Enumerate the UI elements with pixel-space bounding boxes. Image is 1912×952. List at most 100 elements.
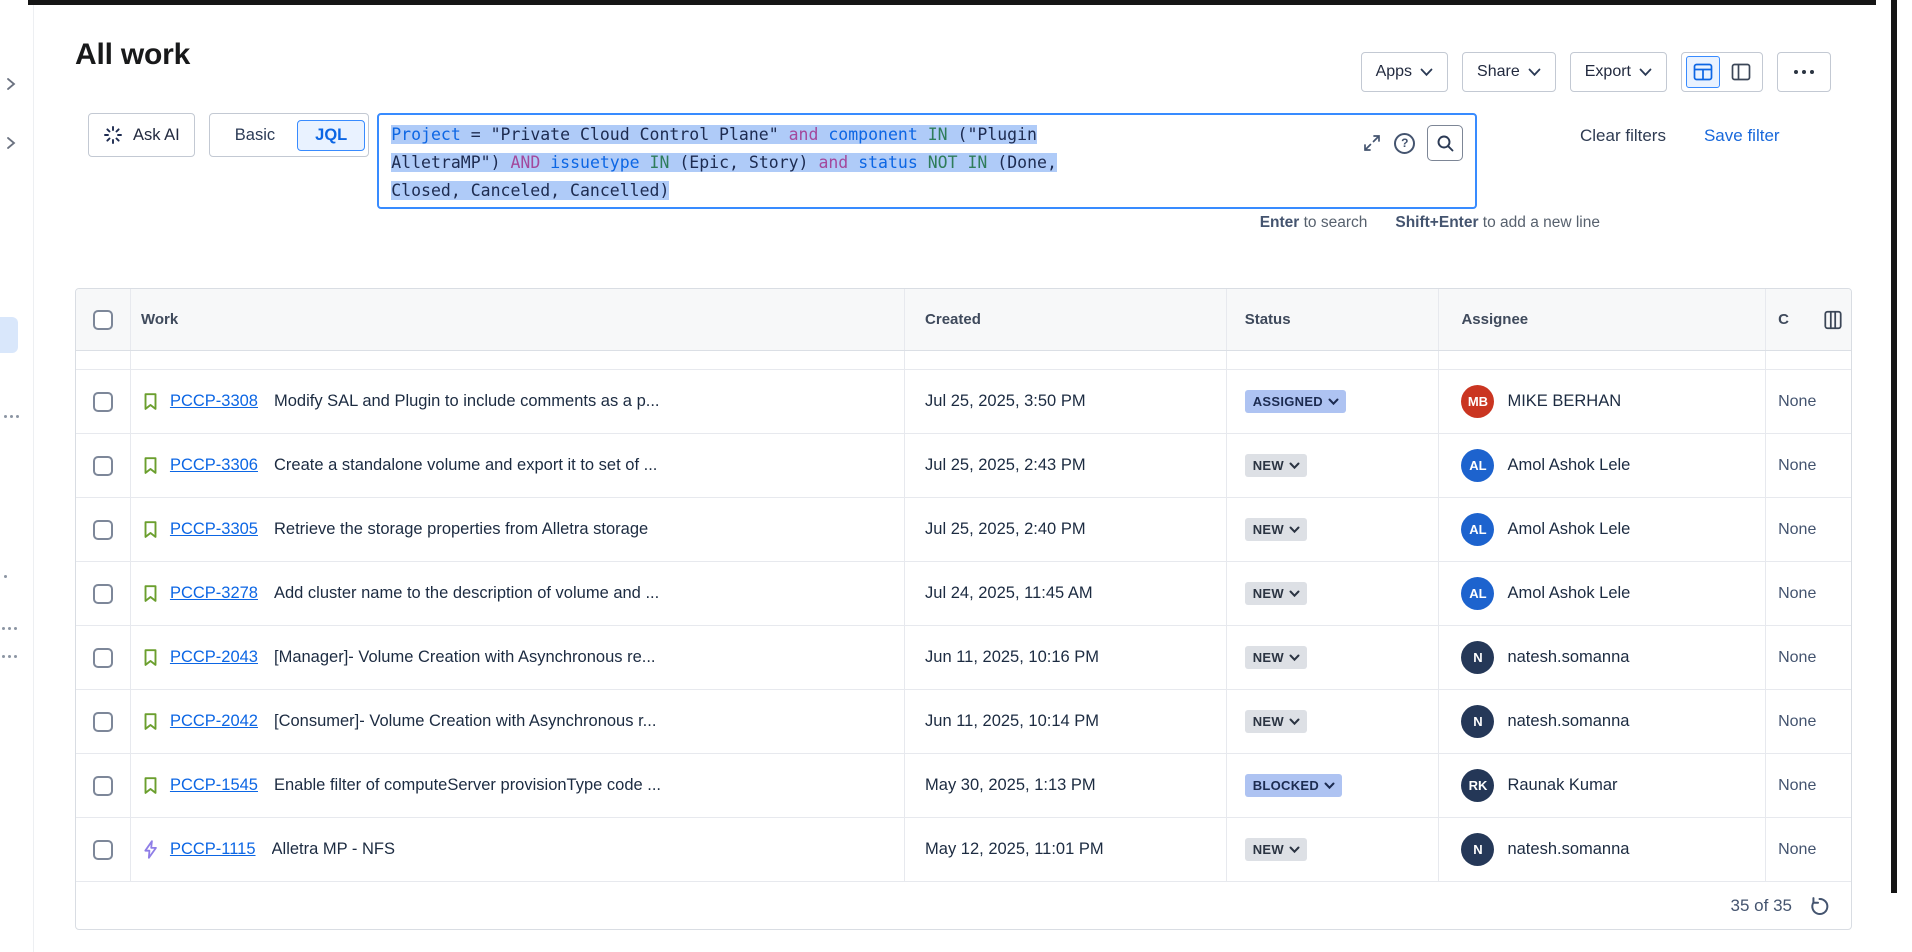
chevron-right-icon[interactable] — [6, 77, 16, 96]
status-label: NEW — [1253, 586, 1284, 601]
apps-button[interactable]: Apps — [1361, 52, 1448, 92]
assignee-name: Amol Ashok Lele — [1507, 456, 1630, 475]
question-mark-icon: ? — [1401, 136, 1408, 150]
assignee-name: natesh.somanna — [1507, 648, 1629, 667]
run-search-button[interactable] — [1427, 125, 1463, 161]
issue-key-link[interactable]: PCCP-2043 — [170, 648, 258, 667]
issue-summary[interactable]: Modify SAL and Plugin to include comment… — [274, 392, 660, 411]
row-checkbox[interactable] — [93, 520, 113, 540]
save-filter-button[interactable]: Save filter — [1704, 126, 1780, 146]
table-row[interactable]: PCCP-3278 Add cluster name to the descri… — [76, 561, 1851, 625]
result-count: 35 of 35 — [1731, 896, 1792, 916]
row-checkbox[interactable] — [93, 712, 113, 732]
chevron-down-icon — [1324, 782, 1335, 790]
row-checkbox[interactable] — [93, 584, 113, 604]
table-row[interactable]: PCCP-1545 Enable filter of computeServer… — [76, 753, 1851, 817]
status-badge[interactable]: NEW — [1245, 518, 1307, 541]
created-date: Jul 24, 2025, 11:45 AM — [925, 584, 1093, 603]
assignee-avatar: N — [1461, 641, 1494, 674]
jql-editor-actions: ? — [1362, 125, 1463, 161]
table-header: Work Created Status Assignee C — [76, 289, 1851, 351]
status-badge[interactable]: BLOCKED — [1245, 774, 1342, 797]
table-row[interactable]: PCCP-3306 Create a standalone volume and… — [76, 433, 1851, 497]
status-label: BLOCKED — [1253, 778, 1319, 793]
issue-type-icon — [141, 712, 160, 731]
issue-key-link[interactable]: PCCP-3305 — [170, 520, 258, 539]
column-header-extra-label[interactable]: C — [1778, 311, 1789, 328]
table-row[interactable]: PCCP-3308 Modify SAL and Plugin to inclu… — [76, 369, 1851, 433]
sidebar-active-item-fragment[interactable] — [0, 317, 18, 353]
column-header-assignee[interactable]: Assignee — [1439, 289, 1766, 350]
extra-cell-value: None — [1778, 841, 1816, 859]
extra-cell-value: None — [1778, 649, 1816, 667]
ask-ai-label: Ask AI — [133, 126, 180, 145]
ask-ai-button[interactable]: Ask AI — [88, 113, 195, 157]
extra-cell-value: None — [1778, 393, 1816, 411]
chevron-down-icon — [1289, 590, 1300, 598]
table-row[interactable]: PCCP-3305 Retrieve the storage propertie… — [76, 497, 1851, 561]
status-badge[interactable]: NEW — [1245, 838, 1307, 861]
table-row[interactable]: PCCP-2043 [Manager]- Volume Creation wit… — [76, 625, 1851, 689]
app-window: All work Apps Share Export — [0, 0, 1912, 952]
chevron-down-icon — [1289, 654, 1300, 662]
filter-links: Clear filters Save filter — [1580, 126, 1780, 146]
share-button[interactable]: Share — [1462, 52, 1556, 92]
row-checkbox[interactable] — [93, 456, 113, 476]
ai-sparkle-icon — [103, 125, 123, 145]
issue-summary[interactable]: Create a standalone volume and export it… — [274, 456, 657, 475]
issue-summary[interactable]: Alletra MP - NFS — [272, 840, 395, 859]
tab-jql[interactable]: JQL — [297, 120, 365, 151]
table-row[interactable]: PCCP-1115 Alletra MP - NFS May 12, 2025,… — [76, 817, 1851, 881]
row-checkbox[interactable] — [93, 776, 113, 796]
tab-basic[interactable]: Basic — [213, 126, 297, 145]
column-header-work[interactable]: Work — [131, 289, 905, 350]
issue-summary[interactable]: Enable filter of computeServer provision… — [274, 776, 661, 795]
assignee-avatar: RK — [1461, 769, 1494, 802]
issue-type-icon — [141, 584, 160, 603]
issue-key-link[interactable]: PCCP-1115 — [170, 840, 256, 859]
created-date: Jul 25, 2025, 2:40 PM — [925, 520, 1086, 539]
issue-key-link[interactable]: PCCP-3306 — [170, 456, 258, 475]
chevron-down-icon — [1639, 68, 1652, 77]
issue-summary[interactable]: [Consumer]- Volume Creation with Asynchr… — [274, 712, 656, 731]
refresh-icon — [1808, 895, 1831, 918]
issue-type-icon — [141, 520, 160, 539]
row-checkbox[interactable] — [93, 840, 113, 860]
row-checkbox[interactable] — [93, 648, 113, 668]
issue-key-link[interactable]: PCCP-2042 — [170, 712, 258, 731]
status-badge[interactable]: NEW — [1245, 646, 1307, 669]
syntax-help-button[interactable]: ? — [1394, 133, 1415, 154]
issue-summary[interactable]: Add cluster name to the description of v… — [274, 584, 659, 603]
issue-summary[interactable]: [Manager]- Volume Creation with Asynchro… — [274, 648, 656, 667]
table-row[interactable]: PCCP-2042 [Consumer]- Volume Creation wi… — [76, 689, 1851, 753]
share-button-label: Share — [1477, 63, 1520, 81]
status-label: NEW — [1253, 842, 1284, 857]
chevron-right-icon[interactable] — [6, 136, 16, 155]
expand-editor-button[interactable] — [1362, 133, 1382, 153]
select-all-checkbox[interactable] — [93, 310, 113, 330]
split-view-icon — [1731, 63, 1751, 81]
detail-view-button[interactable] — [1724, 56, 1758, 88]
status-badge[interactable]: NEW — [1245, 710, 1307, 733]
hint-enter-text: to search — [1299, 214, 1367, 231]
jql-editor[interactable]: Project = "Private Cloud Control Plane" … — [377, 113, 1477, 209]
status-badge[interactable]: ASSIGNED — [1245, 390, 1346, 413]
status-badge[interactable]: NEW — [1245, 582, 1307, 605]
list-view-button[interactable] — [1686, 56, 1720, 88]
issue-key-link[interactable]: PCCP-1545 — [170, 776, 258, 795]
clear-filters-button[interactable]: Clear filters — [1580, 126, 1666, 146]
row-checkbox[interactable] — [93, 392, 113, 412]
issue-key-link[interactable]: PCCP-3278 — [170, 584, 258, 603]
assignee-avatar: AL — [1461, 577, 1494, 610]
chevron-down-icon — [1528, 68, 1541, 77]
export-button[interactable]: Export — [1570, 52, 1667, 92]
ellipsis-icon — [4, 415, 19, 418]
status-badge[interactable]: NEW — [1245, 454, 1307, 477]
column-header-created[interactable]: Created — [905, 289, 1227, 350]
column-header-status[interactable]: Status — [1227, 289, 1440, 350]
configure-columns-button[interactable] — [1822, 309, 1844, 331]
refresh-button[interactable] — [1808, 895, 1831, 918]
more-actions-button[interactable] — [1777, 52, 1831, 92]
issue-key-link[interactable]: PCCP-3308 — [170, 392, 258, 411]
issue-summary[interactable]: Retrieve the storage properties from All… — [274, 520, 648, 539]
